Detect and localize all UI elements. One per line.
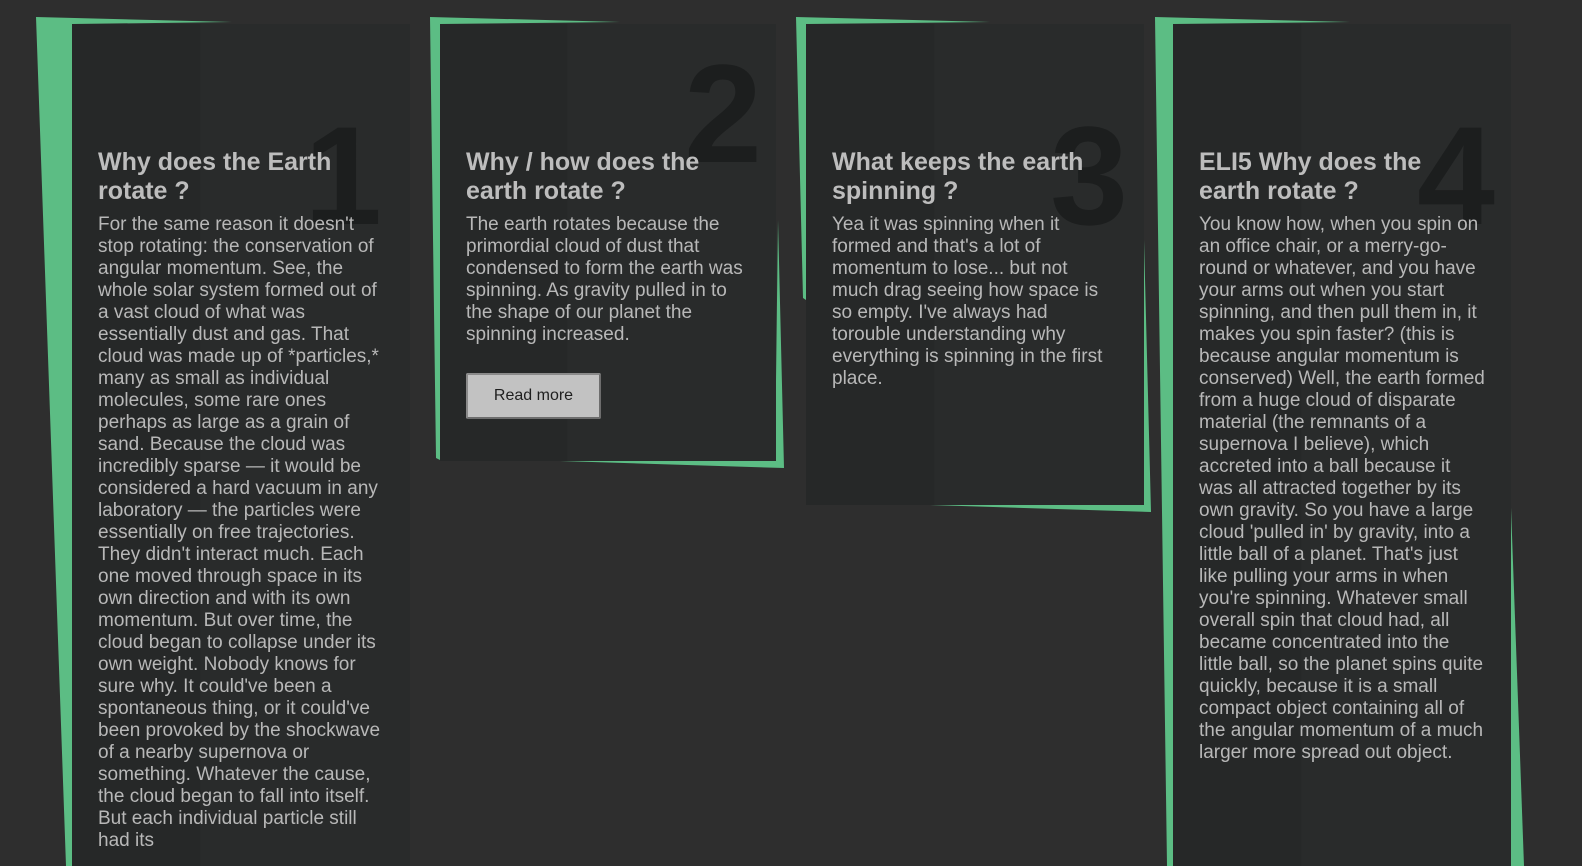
card-4-body: You know how, when you spin on an office…: [1199, 214, 1485, 763]
card-4-title[interactable]: ELI5 Why does the earth rotate ?: [1199, 148, 1485, 206]
page: 1 Why does the Earth rotate ? For the sa…: [0, 0, 1582, 866]
